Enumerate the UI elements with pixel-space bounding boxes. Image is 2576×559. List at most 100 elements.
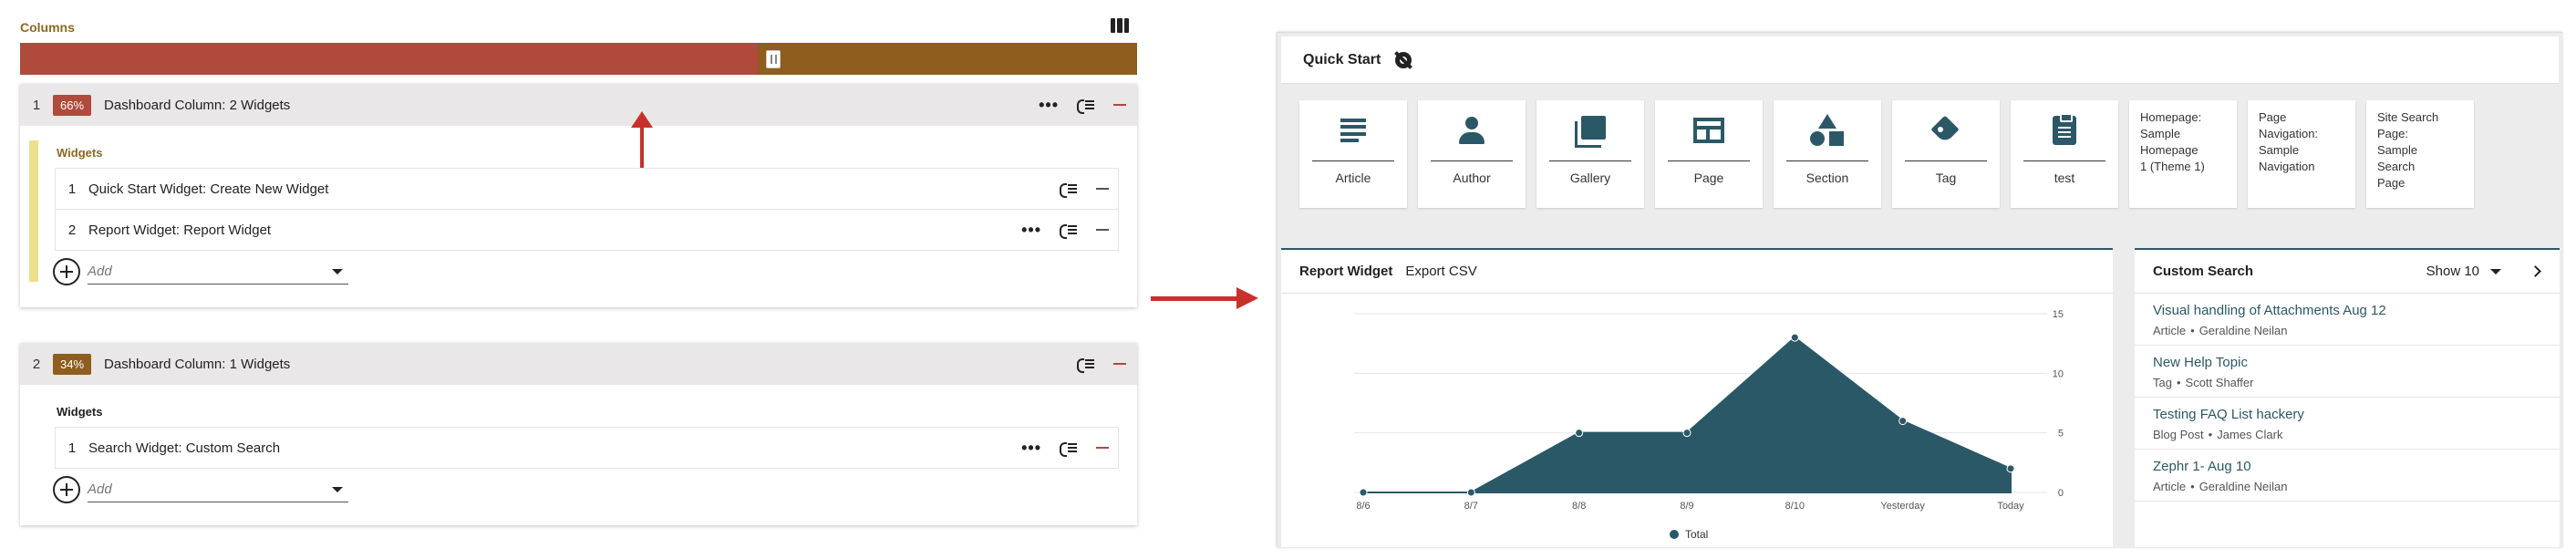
widget-row[interactable]: 2 Report Widget: Report Widget ••• [55,209,1119,251]
chevron-down-icon [332,486,343,492]
tile-text-line: Homepage [2140,143,2198,157]
result-type: Article [2153,480,2187,493]
result-title[interactable]: New Help Topic [2153,355,2541,370]
tile-text-line: Navigation [2259,160,2315,173]
more-options-icon[interactable]: ••• [1021,222,1041,238]
search-header: Custom Search Show 10 [2135,250,2560,294]
tile-label: Page [1693,171,1724,185]
report-widget: Report Widget Export CSV 0 5 10 15 8/6 8/7 8/8… [1281,248,2113,547]
x-tick-label: 8/10 [1785,501,1805,512]
result-title[interactable]: Zephr 1- Aug 10 [2153,459,2541,474]
result-title[interactable]: Testing FAQ List hackery [2153,407,2541,422]
author-icon [1456,115,1487,146]
column-header[interactable]: 1 66% Dashboard Column: 2 Widgets ••• [20,84,1137,126]
more-options-icon[interactable]: ••• [1021,440,1041,456]
add-widget-row: Add [53,251,1119,293]
widgets-area: Widgets 1 Quick Start Widget: Create New… [20,126,1137,307]
tile-label: Gallery [1569,171,1611,185]
widget-row[interactable]: 1 Quick Start Widget: Create New Widget [55,168,1119,210]
tile-text-line: Search [2377,160,2416,173]
legend-marker [1670,530,1679,539]
data-point [1898,417,1908,426]
search-result[interactable]: Zephr 1- Aug 10 Article • Geraldine Neilan [2135,450,2560,502]
chevron-right-icon[interactable] [2529,265,2541,277]
widgets-label: Widgets [57,146,103,160]
collapse-icon[interactable] [1077,357,1095,373]
add-icon[interactable] [53,258,80,285]
tile-tag[interactable]: Tag [1892,100,2000,208]
collapse-icon[interactable] [1060,441,1078,457]
remove-widget-icon[interactable] [1096,447,1109,449]
show-count-label: Show 10 [2426,264,2479,279]
tile-text-line: Navigation: [2259,127,2319,140]
more-options-icon[interactable]: ••• [1039,97,1059,113]
columns-label: Columns [20,20,75,35]
add-icon[interactable] [53,476,80,503]
legend-label: Total [1685,528,1708,541]
y-tick-label: 10 [2053,368,2064,379]
data-point [1575,429,1584,438]
result-author: Scott Shaffer [2185,376,2254,389]
tile-page-navigation[interactable]: Page Navigation: Sample Navigation [2248,100,2355,208]
widget-label: Report Widget: Report Widget [88,222,272,238]
column-header[interactable]: 2 34% Dashboard Column: 1 Widgets [20,343,1137,385]
remove-column-icon[interactable] [1113,104,1126,106]
gear-icon[interactable] [1395,51,1412,68]
tile-site-search[interactable]: Site Search Page: Sample Search Page [2366,100,2474,208]
remove-widget-icon[interactable] [1096,188,1109,190]
data-point [2006,464,2015,473]
collapse-icon[interactable] [1060,182,1078,198]
remove-column-icon[interactable] [1113,363,1126,365]
tile-homepage[interactable]: Homepage: Sample Homepage 1 (Theme 1) [2129,100,2237,208]
tile-article[interactable]: Article [1299,100,1407,208]
add-widget-select[interactable]: Add [88,477,348,502]
y-tick-label: 15 [2053,309,2064,320]
quick-start-header: Quick Start [1281,36,2559,84]
search-result[interactable]: New Help Topic Tag • Scott Shaffer [2135,346,2560,398]
columns-layout-icon[interactable] [1111,18,1129,33]
tile-text-line: Page [2259,110,2287,124]
tile-label: Tag [1935,171,1957,185]
search-result[interactable]: Visual handling of Attachments Aug 12 Ar… [2135,294,2560,346]
column-split-bar[interactable] [20,43,1137,75]
tile-text-line: Sample [2377,143,2418,157]
tile-text-line: Sample [2259,143,2300,157]
show-count-select[interactable]: Show 10 [2426,264,2507,279]
export-csv-link[interactable]: Export CSV [1405,264,1476,279]
tile-label: Section [1805,171,1849,185]
column-editor: Columns 1 66% Dashboard Column: 2 Widget… [0,0,1149,559]
column-2-split-segment [757,43,1137,75]
tile-text-line: Page: [2377,127,2408,140]
column-index: 2 [32,356,41,372]
widget-index: 1 [67,440,77,456]
add-widget-select[interactable]: Add [88,259,348,285]
tile-section[interactable]: Section [1774,100,1881,208]
result-meta: Tag • Scott Shaffer [2153,376,2254,389]
section-icon [1810,114,1845,147]
y-tick-label: 0 [2058,488,2064,499]
split-drag-handle[interactable] [766,50,781,68]
quick-start-title: Quick Start [1303,51,1381,67]
gallery-icon [1575,116,1606,148]
x-tick-label: 8/6 [1356,501,1370,512]
tile-test[interactable]: test [2011,100,2118,208]
widget-row[interactable]: 1 Search Widget: Custom Search ••• [55,427,1119,469]
result-author: Geraldine Neilan [2198,480,2288,493]
x-tick-label: Today [1997,501,2024,512]
data-point [1359,488,1368,497]
result-type: Blog Post [2153,428,2204,441]
collapse-icon[interactable] [1060,223,1078,239]
result-type: Tag [2153,376,2172,389]
tile-page[interactable]: Page [1655,100,1763,208]
collapse-icon[interactable] [1077,98,1095,114]
tile-gallery[interactable]: Gallery [1536,100,1644,208]
tile-author[interactable]: Author [1418,100,1526,208]
tile-text-line: Homepage: [2140,110,2202,124]
widgets-label: Widgets [57,405,103,419]
clipboard-icon [2053,113,2076,145]
search-title: Custom Search [2153,264,2254,279]
search-result[interactable]: Testing FAQ List hackery Blog Post • James… [2135,398,2560,450]
remove-widget-icon[interactable] [1096,229,1109,231]
add-widget-row: Add [53,469,1119,511]
result-title[interactable]: Visual handling of Attachments Aug 12 [2153,303,2541,318]
